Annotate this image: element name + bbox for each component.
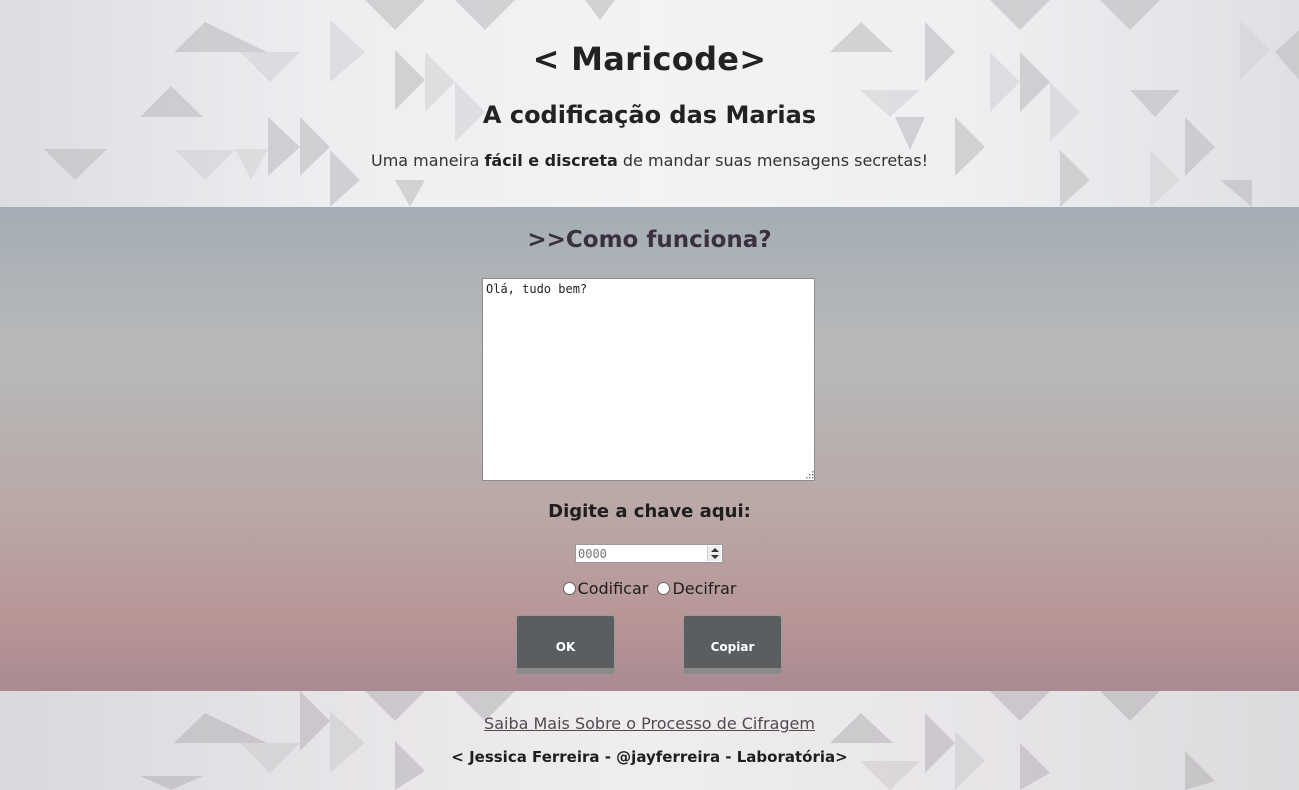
- key-number-field[interactable]: [575, 544, 723, 563]
- mode-label-decifrar: Decifrar: [672, 579, 737, 598]
- footer: Saiba Mais Sobre o Processo de Cifragem …: [0, 691, 1299, 790]
- main-section: >>Como funciona? Olá, tudo bem? Digite a…: [0, 207, 1299, 691]
- key-label: Digite a chave aqui:: [548, 501, 751, 522]
- message-textarea[interactable]: Olá, tudo bem?: [482, 278, 815, 481]
- header-banner: < Maricode> A codificação das Marias Uma…: [0, 0, 1299, 207]
- tagline-prefix: Uma maneira: [370, 151, 485, 170]
- spin-up-icon[interactable]: [711, 548, 719, 552]
- ok-button[interactable]: OK: [516, 615, 615, 674]
- tagline-emphasis: fácil e discreta: [484, 151, 618, 170]
- app-subtitle: A codificação das Marias: [482, 101, 817, 129]
- resize-grip-icon[interactable]: [805, 470, 814, 479]
- copy-button[interactable]: Copiar: [683, 615, 782, 674]
- radio-decifrar[interactable]: [657, 582, 671, 595]
- mode-option-codificar[interactable]: Codificar: [562, 579, 649, 598]
- mode-label-codificar: Codificar: [577, 579, 649, 598]
- mode-option-decifrar[interactable]: Decifrar: [657, 579, 736, 598]
- mode-selector: Codificar Decifrar: [0, 579, 1299, 598]
- spin-down-icon[interactable]: [711, 555, 719, 559]
- footer-triangle-pattern: [140, 691, 1215, 790]
- section-title: >>Como funciona?: [527, 227, 772, 253]
- credits: < Jessica Ferreira - @jayferreira - Labo…: [451, 748, 848, 766]
- page: < Maricode> A codificação das Marias Uma…: [0, 0, 1299, 790]
- tagline-suffix: de mandar suas mensagens secretas!: [617, 151, 928, 170]
- tagline: Uma maneira fácil e discreta de mandar s…: [0, 151, 1299, 170]
- app-title: < Maricode>: [532, 40, 767, 78]
- key-input[interactable]: [576, 545, 710, 562]
- radio-codificar[interactable]: [562, 582, 576, 595]
- learn-more-link[interactable]: Saiba Mais Sobre o Processo de Cifragem: [0, 714, 1299, 733]
- key-spinner[interactable]: [707, 546, 721, 561]
